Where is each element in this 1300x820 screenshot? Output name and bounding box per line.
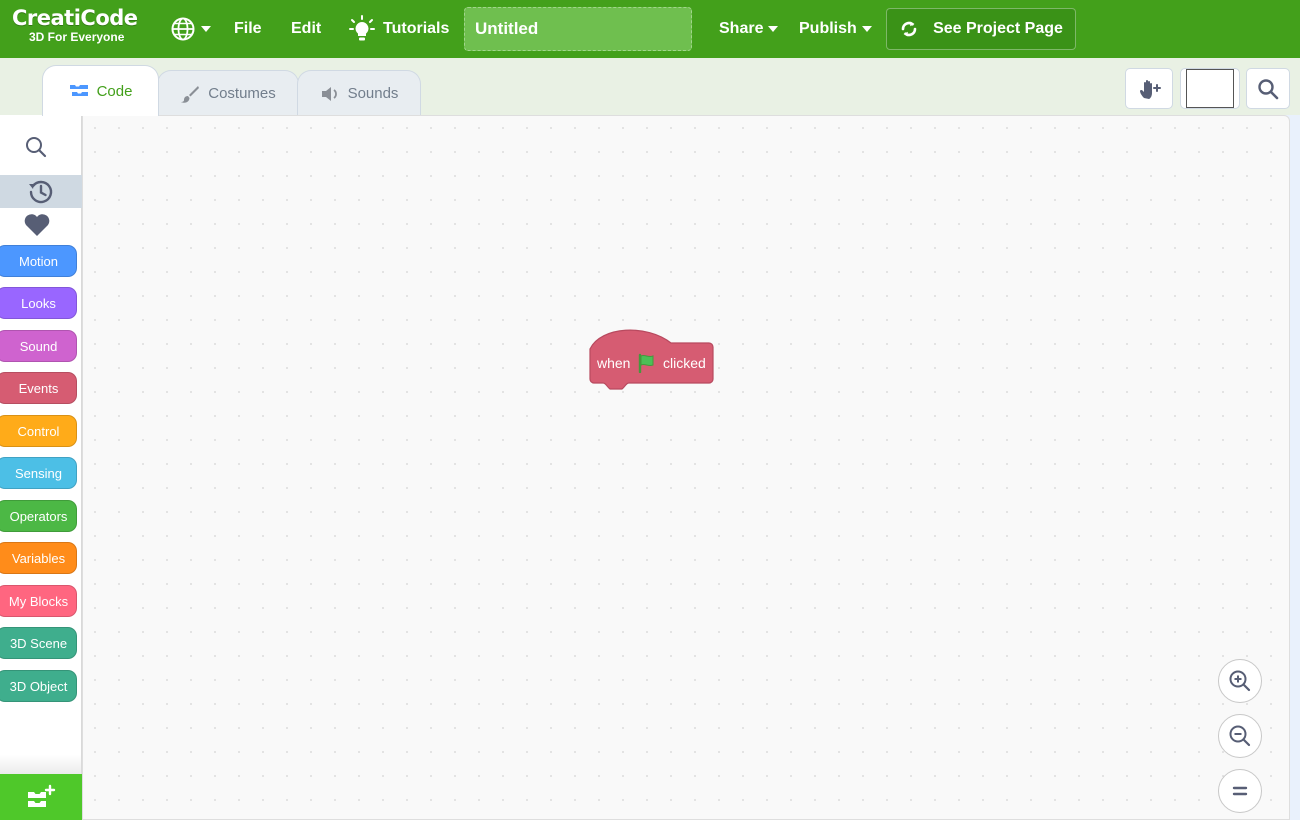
globe-icon [171, 17, 195, 41]
project-title-input[interactable]: Untitled [464, 7, 692, 51]
add-extension-icon [28, 784, 56, 807]
zoom-out-icon [1229, 725, 1251, 747]
hand-tool-button[interactable] [1125, 68, 1173, 109]
logo-subtitle: 3D For Everyone [29, 30, 125, 44]
see-project-label: See Project Page [933, 20, 1063, 37]
search-icon [26, 137, 47, 158]
category-variables[interactable]: Variables [0, 542, 77, 574]
workspace-search-button[interactable] [1246, 68, 1290, 109]
heart-icon [24, 214, 50, 236]
file-menu[interactable]: File [234, 0, 262, 58]
lightbulb-icon [349, 15, 375, 41]
palette-fade [0, 755, 82, 775]
block-text-when: when [597, 355, 631, 371]
history-icon [29, 180, 53, 203]
tutorials-menu[interactable]: Tutorials [349, 0, 449, 58]
category-palette: Motion Looks Sound Events Control Sensin… [0, 115, 82, 820]
code-blocks-icon [69, 85, 88, 96]
category-3d-object[interactable]: 3D Object [0, 670, 77, 702]
tutorials-label: Tutorials [383, 20, 450, 37]
speaker-icon [321, 86, 337, 101]
paintbrush-icon [181, 85, 200, 103]
green-flag-icon [638, 353, 654, 373]
script-workspace[interactable]: when clicked [82, 115, 1290, 820]
category-events[interactable]: Events [0, 372, 77, 404]
category-control[interactable]: Control [0, 415, 77, 447]
category-motion[interactable]: Motion [0, 245, 77, 277]
share-label: Share [719, 20, 764, 37]
stage-thumbnail [1186, 69, 1234, 108]
share-menu[interactable]: Share [719, 0, 779, 58]
search-icon [1258, 78, 1279, 99]
logo[interactable]: CreatiCode 3D For Everyone [12, 6, 148, 50]
zoom-reset-icon [1232, 786, 1248, 796]
tab-row: Code Costumes Sounds [0, 58, 1300, 116]
chevron-down-icon [861, 26, 872, 32]
chevron-down-icon [201, 26, 211, 32]
hand-plus-icon [1140, 79, 1161, 99]
category-3d-scene[interactable]: 3D Scene [0, 627, 77, 659]
category-sound[interactable]: Sound [0, 330, 77, 362]
when-flag-clicked-block[interactable]: when clicked [589, 328, 715, 397]
menu-bar: CreatiCode 3D For Everyone File Edit Tut [0, 0, 1300, 58]
category-operators[interactable]: Operators [0, 500, 77, 532]
recent-blocks-button[interactable] [0, 175, 82, 208]
category-my-blocks[interactable]: My Blocks [0, 585, 77, 617]
category-sensing[interactable]: Sensing [0, 457, 77, 489]
tab-code-label: Code [96, 82, 133, 100]
tab-code[interactable]: Code [42, 65, 159, 116]
zoom-reset-button[interactable] [1218, 769, 1262, 813]
tab-sounds-label: Sounds [347, 85, 399, 102]
add-extension-button[interactable] [0, 774, 82, 820]
category-looks[interactable]: Looks [0, 287, 77, 319]
refresh-icon [901, 21, 917, 37]
publish-menu[interactable]: Publish [799, 0, 872, 58]
see-project-page-button[interactable]: See Project Page [886, 8, 1076, 50]
tab-costumes[interactable]: Costumes [157, 70, 299, 116]
zoom-in-button[interactable] [1218, 659, 1262, 703]
tab-costumes-label: Costumes [208, 85, 276, 102]
favorites-button[interactable] [23, 212, 51, 243]
chevron-down-icon [768, 26, 779, 32]
block-text-clicked: clicked [663, 355, 706, 371]
language-menu[interactable] [170, 0, 211, 58]
zoom-in-icon [1229, 670, 1251, 692]
zoom-out-button[interactable] [1218, 714, 1262, 758]
logo-title: CreatiCode [12, 6, 138, 30]
block-search-button[interactable] [24, 135, 48, 164]
publish-label: Publish [799, 20, 857, 37]
stage-preview[interactable] [1180, 68, 1240, 109]
tab-sounds[interactable]: Sounds [297, 70, 421, 116]
edit-menu[interactable]: Edit [291, 0, 321, 58]
